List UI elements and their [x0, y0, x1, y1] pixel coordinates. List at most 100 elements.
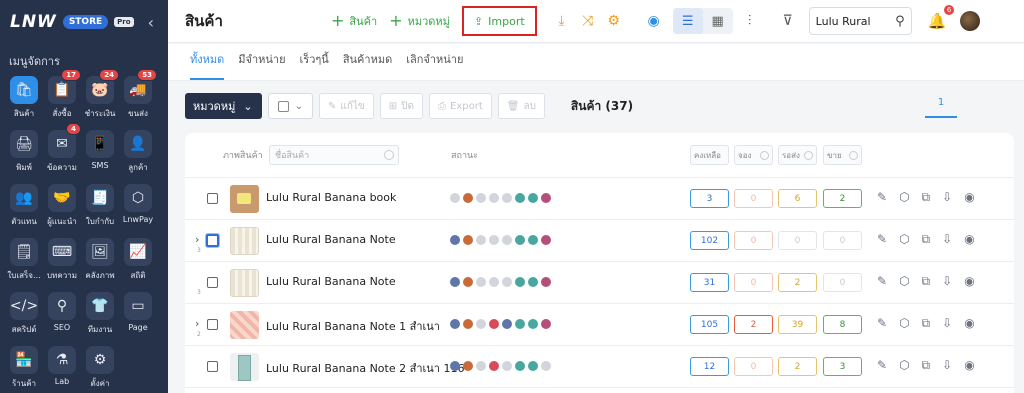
status-icon[interactable] [489, 193, 499, 203]
edit-icon[interactable]: ✎ [877, 232, 887, 247]
sidebar-item[interactable]: 🏪 ร้านค้า [5, 342, 43, 392]
wait-value[interactable]: 6 [778, 189, 817, 208]
sold-sort[interactable]: ขาย [823, 145, 862, 165]
eye-icon[interactable]: ◉ [641, 8, 667, 34]
sidebar-item[interactable]: 🤝 ผู้แนะนำ [43, 180, 81, 230]
table-row[interactable]: Lulu Rural Banana book 3 0 6 2 ✎ ⬡ ⧉ ⇩ ◉ [185, 178, 1014, 220]
edit-icon[interactable]: ✎ [877, 274, 887, 289]
edit-button[interactable]: ✎ แก้ไข [319, 93, 374, 119]
status-icon[interactable] [450, 235, 460, 245]
product-name[interactable]: Lulu Rural Banana Note [266, 275, 396, 288]
status-icon[interactable] [502, 277, 512, 287]
eye-icon[interactable]: ◉ [964, 232, 974, 247]
status-icon[interactable] [528, 319, 538, 329]
sidebar-item[interactable]: 📋 สั่งซื้อ 17 [43, 69, 81, 122]
add-category-button[interactable]: + หมวดหมู่ [383, 7, 456, 35]
sold-value[interactable]: 0 [823, 273, 862, 292]
product-name[interactable]: Lulu Rural Banana Note [266, 233, 396, 246]
add-product-button[interactable]: + สินค้า [325, 7, 383, 35]
filter-icon[interactable]: ⊽ [775, 8, 801, 34]
status-icon[interactable] [515, 235, 525, 245]
download-icon[interactable]: ⇩ [942, 358, 952, 373]
status-icon[interactable] [541, 193, 551, 203]
status-icon[interactable] [463, 361, 473, 371]
sidebar-item[interactable]: ⚙ ตั้งค่า [81, 342, 119, 392]
status-icon[interactable] [515, 277, 525, 287]
wait-value[interactable]: 2 [778, 357, 817, 376]
product-name[interactable]: Lulu Rural Banana Note 2 สำเนา 116 [266, 359, 464, 377]
table-row[interactable]: › 3 Lulu Rural Banana Note 102 0 0 0 ✎ ⬡ ⧉ ⇩ ◉ [185, 220, 1014, 262]
status-icon[interactable] [450, 193, 460, 203]
eye-icon[interactable]: ◉ [964, 316, 974, 331]
sold-value[interactable]: 3 [823, 357, 862, 376]
status-icon[interactable] [476, 361, 486, 371]
search-icon[interactable]: ⚲ [895, 14, 905, 29]
sidebar-item[interactable]: ▭ Page [119, 288, 157, 338]
table-row[interactable]: › 2 Lulu Rural Banana Note 1 สำเนา 105 2 39 8 ✎… [185, 304, 1014, 346]
status-icon[interactable] [515, 193, 525, 203]
sidebar-item[interactable]: ⬡ LnwPay [119, 180, 157, 230]
tab[interactable]: ทั้งหมด [190, 50, 225, 80]
status-icon[interactable] [515, 319, 525, 329]
table-row[interactable]: Lulu Rural Banana Note 2 สำเนา 116 12 0 2 3 ✎… [185, 346, 1014, 388]
status-icon[interactable] [502, 193, 512, 203]
sold-value[interactable]: 8 [823, 315, 862, 334]
box-icon[interactable]: ⬡ [899, 190, 909, 205]
stock-value[interactable]: 105 [690, 315, 729, 334]
reserve-value[interactable]: 0 [734, 273, 773, 292]
sold-value[interactable]: 0 [823, 231, 862, 250]
status-icon[interactable] [489, 319, 499, 329]
sidebar-item[interactable]: 👤 ลูกค้า [119, 126, 157, 176]
tab[interactable]: เลิกจำหน่าย [406, 50, 463, 80]
product-name[interactable]: Lulu Rural Banana book [266, 191, 396, 204]
page-number[interactable]: 1 [925, 97, 957, 108]
reserve-value[interactable]: 0 [734, 231, 773, 250]
status-icon[interactable] [528, 361, 538, 371]
expand-icon[interactable]: › [195, 233, 199, 246]
sidebar-item[interactable]: ⚲ SEO [43, 288, 81, 338]
status-icon[interactable] [489, 235, 499, 245]
sidebar-item[interactable]: 🧾 ใบกำกับ [81, 180, 119, 230]
product-thumbnail[interactable] [230, 227, 259, 255]
sidebar-item[interactable]: 📱 SMS [81, 126, 119, 176]
box-icon[interactable]: ⬡ [899, 232, 909, 247]
columns-icon[interactable]: ⫶ [737, 8, 763, 34]
sidebar-item[interactable]: 🐷 ชำระเงิน 24 [81, 69, 119, 122]
download-icon[interactable]: ⇩ [942, 316, 952, 331]
copy-icon[interactable]: ⧉ [922, 190, 931, 205]
sidebar-item[interactable]: 🖼 คลังภาพ [81, 234, 119, 284]
avatar[interactable] [960, 11, 981, 31]
expand-icon[interactable]: › [195, 317, 199, 330]
copy-icon[interactable]: ⧉ [922, 316, 931, 331]
download-icon[interactable]: ⤓ [549, 8, 575, 34]
import-button[interactable]: ⇪ Import [461, 6, 537, 36]
bell-icon[interactable]: 🔔 6 [928, 5, 955, 30]
reserve-value[interactable]: 2 [734, 315, 773, 334]
edit-icon[interactable]: ✎ [877, 190, 887, 205]
status-icon[interactable] [463, 319, 473, 329]
sidebar-item[interactable]: 🚚 ขนส่ง 53 [119, 69, 157, 122]
collapse-sidebar-icon[interactable]: ‹ [148, 13, 154, 32]
category-dropdown-button[interactable]: หมวดหมู่ ⌄ [185, 93, 262, 119]
eye-icon[interactable]: ◉ [964, 274, 974, 289]
sidebar-item[interactable]: 🖨 พิมพ์ [5, 126, 43, 176]
sidebar-item[interactable]: 📈 สถิติ [119, 234, 157, 284]
product-thumbnail[interactable] [230, 269, 259, 297]
status-icon[interactable] [528, 193, 538, 203]
grid-view-icon[interactable]: ▦ [703, 8, 733, 34]
product-thumbnail[interactable] [230, 311, 259, 339]
download-icon[interactable]: ⇩ [942, 232, 952, 247]
reserve-value[interactable]: 0 [734, 189, 773, 208]
sidebar-item[interactable]: 👕 ทีมงาน [81, 288, 119, 338]
sidebar-item[interactable]: 👥 ตัวแทน [5, 180, 43, 230]
edit-icon[interactable]: ✎ [877, 316, 887, 331]
product-thumbnail[interactable] [230, 185, 259, 213]
download-icon[interactable]: ⇩ [942, 274, 952, 289]
wait-sort[interactable]: รอส่ง [778, 145, 817, 165]
sold-value[interactable]: 2 [823, 189, 862, 208]
sidebar-item[interactable]: </> สคริปต์ [5, 288, 43, 338]
status-icon[interactable] [502, 319, 512, 329]
wait-value[interactable]: 2 [778, 273, 817, 292]
status-icon[interactable] [541, 235, 551, 245]
stock-sort[interactable]: คงเหลือ [690, 145, 729, 165]
